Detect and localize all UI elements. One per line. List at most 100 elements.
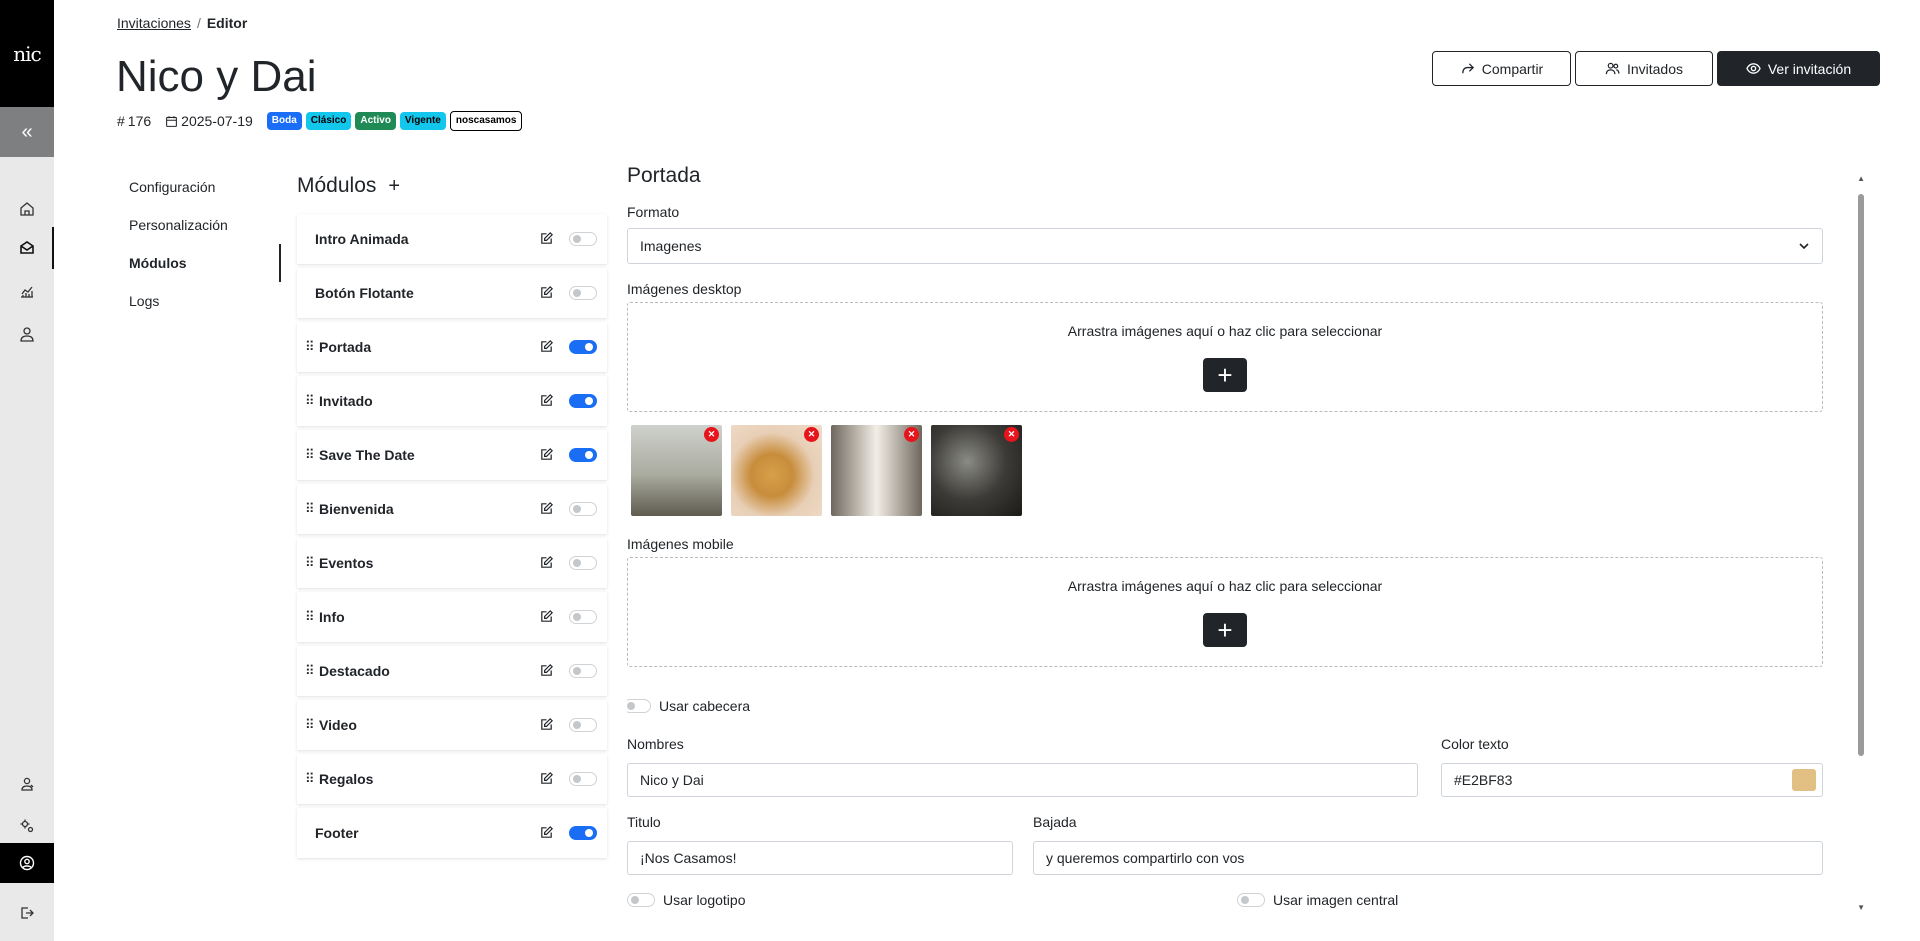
drag-handle-icon[interactable]: ⠿: [297, 393, 315, 409]
add-module-button[interactable]: +: [388, 175, 400, 198]
drag-handle-icon[interactable]: ⠿: [297, 771, 315, 787]
module-enabled-toggle[interactable]: [569, 664, 597, 678]
edit-icon[interactable]: [539, 825, 554, 840]
scrollbar-thumb[interactable]: [1858, 194, 1864, 756]
module-item[interactable]: Intro Animada: [297, 214, 607, 264]
module-enabled-toggle[interactable]: [569, 502, 597, 516]
nav-home[interactable]: [0, 188, 54, 230]
color-swatch[interactable]: [1792, 769, 1816, 791]
edit-icon[interactable]: [539, 447, 554, 462]
modules-list: Intro Animada Botón Flotante ⠿ Portada ⠿ Invi…: [297, 214, 607, 862]
drag-handle-icon[interactable]: ⠿: [297, 447, 315, 463]
module-enabled-toggle[interactable]: [569, 232, 597, 246]
format-select-value: Imagenes: [640, 238, 702, 254]
text-color-input[interactable]: #E2BF83: [1441, 763, 1823, 797]
mobile-add-image-button[interactable]: +: [1203, 613, 1247, 647]
module-item[interactable]: Botón Flotante: [297, 268, 607, 318]
breadcrumb-invitaciones-link[interactable]: Invitaciones: [117, 15, 191, 31]
home-icon: [20, 202, 34, 216]
share-button-label: Compartir: [1481, 60, 1544, 77]
image-thumbnail: ✕: [731, 425, 822, 516]
format-select[interactable]: Imagenes: [627, 228, 1823, 264]
desktop-add-image-button[interactable]: +: [1203, 358, 1247, 392]
edit-icon[interactable]: [539, 393, 554, 408]
remove-image-button[interactable]: ✕: [804, 427, 819, 442]
remove-image-button[interactable]: ✕: [1004, 427, 1019, 442]
use-center-image-toggle[interactable]: [1237, 893, 1265, 907]
module-enabled-toggle[interactable]: [569, 340, 597, 354]
edit-icon[interactable]: [539, 501, 554, 516]
share-button[interactable]: Compartir: [1432, 51, 1571, 86]
edit-icon[interactable]: [539, 231, 554, 246]
remove-image-button[interactable]: ✕: [904, 427, 919, 442]
nav-logout[interactable]: [0, 892, 54, 934]
module-enabled-toggle[interactable]: [569, 394, 597, 408]
names-label: Nombres: [627, 736, 684, 752]
app-logo[interactable]: nic: [0, 0, 54, 107]
subtitle-label: Bajada: [1033, 814, 1077, 830]
module-enabled-toggle[interactable]: [569, 826, 597, 840]
use-logo-toggle[interactable]: [627, 893, 655, 907]
mobile-images-dropzone[interactable]: Arrastra imágenes aquí o haz clic para s…: [627, 557, 1823, 667]
module-enabled-toggle[interactable]: [569, 772, 597, 786]
use-center-image-label: Usar imagen central: [1273, 892, 1399, 908]
module-item[interactable]: ⠿ Eventos: [297, 538, 607, 588]
module-item[interactable]: ⠿ Regalos: [297, 754, 607, 804]
edit-icon[interactable]: [539, 663, 554, 678]
nav-users[interactable]: [0, 313, 54, 355]
drag-handle-icon[interactable]: ⠿: [297, 663, 315, 679]
use-header-toggle[interactable]: [627, 699, 651, 713]
edit-icon[interactable]: [539, 717, 554, 732]
subtitle-input[interactable]: y queremos compartirlo con vos: [1033, 841, 1823, 875]
scroll-up-arrow-icon[interactable]: ▲: [1857, 174, 1865, 183]
settings-nav-configuracion[interactable]: Configuración: [117, 168, 281, 206]
desktop-image-thumbnails: ✕ ✕ ✕ ✕: [631, 425, 1031, 516]
view-invitation-button[interactable]: Ver invitación: [1717, 51, 1880, 86]
module-enabled-toggle[interactable]: [569, 610, 597, 624]
breadcrumb: Invitaciones / Editor: [117, 15, 247, 31]
drag-handle-icon[interactable]: ⠿: [297, 501, 315, 517]
settings-icon: [20, 819, 34, 833]
nav-settings[interactable]: [0, 805, 54, 847]
drag-handle-icon[interactable]: ⠿: [297, 555, 315, 571]
module-item[interactable]: ⠿ Portada: [297, 322, 607, 372]
drag-handle-icon[interactable]: ⠿: [297, 339, 315, 355]
module-item[interactable]: ⠿ Info: [297, 592, 607, 642]
module-enabled-toggle[interactable]: [569, 448, 597, 462]
view-invitation-button-label: Ver invitación: [1767, 60, 1852, 77]
module-item[interactable]: ⠿ Bienvenida: [297, 484, 607, 534]
names-input[interactable]: Nico y Dai: [627, 763, 1418, 797]
nav-admin-users[interactable]: [0, 763, 54, 805]
guests-button[interactable]: Invitados: [1575, 51, 1713, 86]
module-enabled-toggle[interactable]: [569, 718, 597, 732]
desktop-images-dropzone[interactable]: Arrastra imágenes aquí o haz clic para s…: [627, 302, 1823, 412]
edit-icon[interactable]: [539, 555, 554, 570]
module-item[interactable]: ⠿ Save The Date: [297, 430, 607, 480]
module-enabled-toggle[interactable]: [569, 556, 597, 570]
edit-icon[interactable]: [539, 339, 554, 354]
scroll-down-arrow-icon[interactable]: ▼: [1857, 903, 1865, 912]
module-item[interactable]: Footer: [297, 808, 607, 858]
settings-nav-modulos[interactable]: Módulos: [117, 244, 281, 282]
chevrons-left-icon: «: [21, 120, 33, 143]
nav-profile[interactable]: [0, 843, 54, 883]
drag-handle-icon[interactable]: ⠿: [297, 609, 315, 625]
collapse-sidebar-button[interactable]: «: [0, 107, 54, 157]
module-item[interactable]: ⠿ Video: [297, 700, 607, 750]
module-name: Portada: [319, 339, 372, 355]
nav-invitations[interactable]: [0, 227, 54, 269]
module-enabled-toggle[interactable]: [569, 286, 597, 300]
module-editor-title: Portada: [627, 164, 701, 187]
title-input[interactable]: ¡Nos Casamos!: [627, 841, 1013, 875]
remove-image-button[interactable]: ✕: [704, 427, 719, 442]
edit-icon[interactable]: [539, 609, 554, 624]
nav-stats[interactable]: [0, 270, 54, 312]
edit-icon[interactable]: [539, 771, 554, 786]
module-item[interactable]: ⠿ Invitado: [297, 376, 607, 426]
edit-icon[interactable]: [539, 285, 554, 300]
panel-scrollbar[interactable]: ▲ ▼: [1857, 174, 1867, 912]
settings-nav-logs[interactable]: Logs: [117, 282, 281, 320]
drag-handle-icon[interactable]: ⠿: [297, 717, 315, 733]
module-item[interactable]: ⠿ Destacado: [297, 646, 607, 696]
settings-nav-personalizacion[interactable]: Personalización: [117, 206, 281, 244]
